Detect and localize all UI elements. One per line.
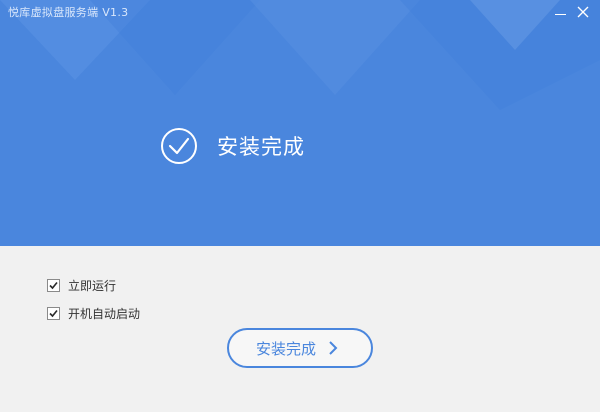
option-run-now[interactable]: 立即运行 — [47, 277, 116, 293]
autostart-label: 开机自动启动 — [68, 306, 141, 321]
run-now-checkbox[interactable] — [47, 278, 60, 292]
header-background-pattern — [0, 0, 600, 110]
run-now-label: 立即运行 — [68, 278, 117, 293]
autostart-checkbox[interactable] — [47, 306, 60, 320]
check-circle-icon — [161, 128, 197, 164]
window-title: 悦库虚拟盘服务端 V1.3 — [8, 6, 129, 19]
checkmark-icon — [49, 309, 58, 317]
checkmark-icon — [49, 281, 58, 289]
option-autostart[interactable]: 开机自动启动 — [47, 305, 140, 321]
close-icon — [577, 6, 589, 18]
minimize-button[interactable] — [551, 4, 571, 20]
close-button[interactable] — [573, 2, 593, 22]
install-status: 安装完成 — [160, 126, 305, 166]
finish-button[interactable]: 安装完成 — [227, 328, 373, 368]
chevron-right-icon — [329, 341, 338, 355]
header-banner: 悦库虚拟盘服务端 V1.3 安装完成 — [0, 0, 600, 246]
status-text: 安装完成 — [217, 135, 305, 159]
minimize-icon — [555, 14, 566, 15]
finish-button-label: 安装完成 — [255, 339, 316, 358]
